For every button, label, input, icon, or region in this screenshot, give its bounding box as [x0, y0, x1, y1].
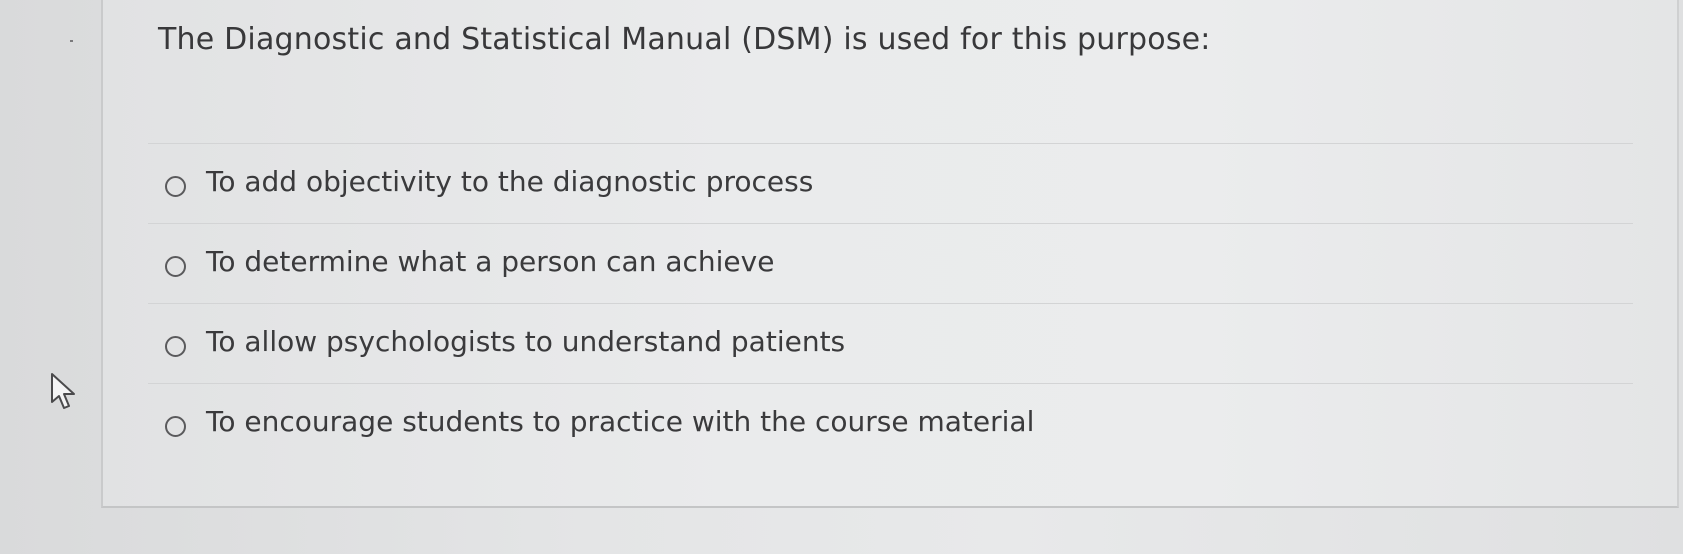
answer-option-label[interactable]: To encourage students to practice with t… — [206, 405, 1034, 438]
radio-button-icon[interactable] — [165, 416, 186, 437]
mouse-pointer-icon — [51, 373, 75, 409]
answer-option[interactable]: To allow psychologists to understand pat… — [148, 303, 1633, 383]
radio-button-icon[interactable] — [165, 176, 186, 197]
question-card: The Diagnostic and Statistical Manual (D… — [101, 0, 1679, 508]
answer-option[interactable]: To encourage students to practice with t… — [148, 383, 1633, 463]
answer-option[interactable]: To add objectivity to the diagnostic pro… — [148, 143, 1633, 223]
answer-option-label[interactable]: To add objectivity to the diagnostic pro… — [206, 165, 813, 198]
answer-option[interactable]: To determine what a person can achieve — [148, 223, 1633, 303]
question-text: The Diagnostic and Statistical Manual (D… — [158, 22, 1211, 57]
decorative-dot — [70, 40, 73, 42]
radio-button-icon[interactable] — [165, 256, 186, 277]
radio-button-icon[interactable] — [165, 336, 186, 357]
answer-option-label[interactable]: To determine what a person can achieve — [206, 245, 774, 278]
answer-option-label[interactable]: To allow psychologists to understand pat… — [206, 325, 845, 358]
answer-options: To add objectivity to the diagnostic pro… — [148, 143, 1633, 463]
